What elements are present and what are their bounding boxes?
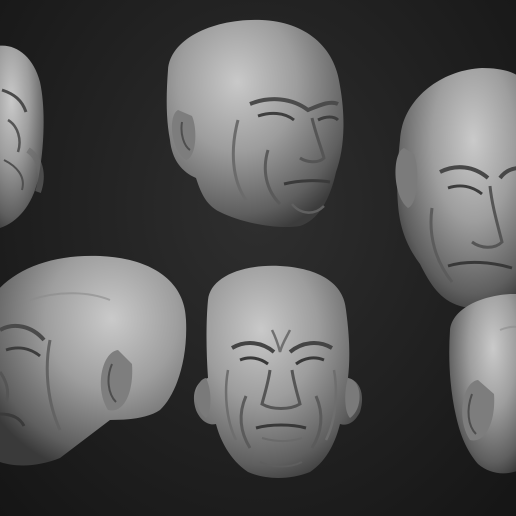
sculpted-head-1 (0, 45, 44, 228)
sculpted-heads-scene (0, 19, 516, 478)
sculpted-head-4 (0, 255, 187, 466)
sculpted-head-5 (193, 265, 363, 478)
sculpted-head-6 (449, 294, 516, 474)
sculpt-viewport (0, 0, 516, 516)
sculpted-head-2 (166, 19, 344, 228)
sculpted-head-3 (395, 68, 516, 309)
